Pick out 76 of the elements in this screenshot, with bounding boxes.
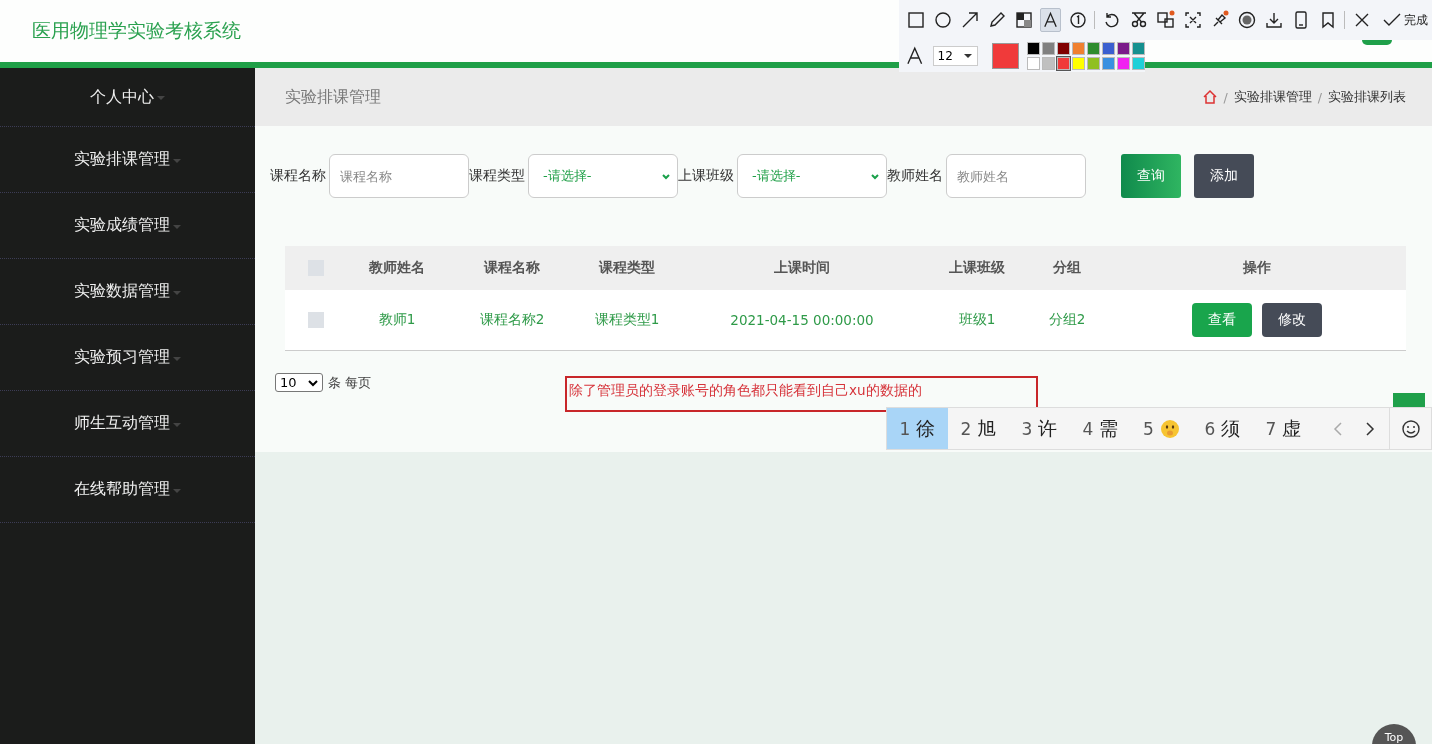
home-icon [1201,89,1218,105]
ime-candidate[interactable]: 5 [1131,408,1192,449]
color-swatch[interactable] [1102,42,1115,55]
color-swatch[interactable] [1057,57,1070,70]
breadcrumb-separator: / [1223,89,1228,105]
input-field[interactable]: 教师姓名 [946,154,1086,198]
text-tool-button[interactable] [1040,8,1061,32]
caret-icon [962,53,973,59]
table-cell: 课程名称2 [479,311,545,329]
table-cell: 课程类型1 [594,311,660,329]
ime-candidate[interactable]: 4 需 [1070,408,1131,449]
search-button[interactable]: 查询 [1121,154,1181,198]
field-label: 课程名称 [270,167,326,185]
smiley-icon [1400,418,1421,439]
breadcrumb-link[interactable]: 实验排课管理 [1233,88,1312,106]
mosaic-icon [1013,10,1034,30]
page-title: 实验排课管理 [285,86,381,108]
column-header: 分组 [1053,259,1081,277]
table-cell: 2021-04-15 00:00:00 [730,312,874,328]
app-title: 医用物理学实验考核系统 [32,18,241,43]
field-label: 教师姓名 [887,167,943,185]
field-label: 课程类型 [469,167,525,185]
emoji-icon [1159,418,1180,439]
text-tool-icon [1041,10,1060,30]
ime-candidate[interactable]: 6 须 [1192,408,1253,449]
color-swatch[interactable] [1042,42,1055,55]
column-header: 上课时间 [774,259,830,277]
table-cell: 班级1 [958,311,996,329]
chevron-down-icon [870,172,880,180]
color-swatch[interactable] [1072,57,1085,70]
column-header: 课程名称 [484,259,540,277]
chevron-down-icon [661,172,671,180]
column-header: 操作 [1242,259,1271,277]
add-button[interactable]: 添加 [1194,154,1254,198]
color-swatch[interactable] [1102,57,1115,70]
circle-tool-icon [932,10,953,30]
color-swatch[interactable] [1117,57,1130,70]
text-scan-icon [1182,10,1203,30]
number-tool-icon [1067,10,1088,30]
color-swatch[interactable] [1132,57,1145,70]
select-field[interactable]: -请选择- [528,154,678,198]
field-label: 上课班级 [678,167,734,185]
download-icon [1263,10,1284,30]
column-header: 教师姓名 [369,259,425,277]
rectangle-tool-icon [905,10,926,30]
table-cell: 教师1 [378,311,416,329]
page-size-select[interactable]: 10 [275,373,323,392]
done-button[interactable]: 完成 [1382,10,1428,30]
table-cell: 分组2 [1048,311,1086,329]
breadcrumb-link[interactable]: 实验排课列表 [1328,88,1406,106]
color-swatch[interactable] [1087,42,1100,55]
color-swatch[interactable] [1117,42,1130,55]
page-size-label: 条 每页 [328,373,372,392]
ime-candidate[interactable]: 7 虚 [1253,408,1314,449]
record-icon [1236,10,1257,30]
color-swatch[interactable] [1042,57,1055,70]
column-header: 上课班级 [949,259,1005,277]
input-field[interactable]: 课程名称 [329,154,469,198]
color-swatch[interactable] [1027,42,1040,55]
current-color-swatch[interactable] [991,43,1019,69]
checkbox[interactable] [308,312,324,328]
text-tool-icon [905,46,925,66]
column-header: 课程类型 [599,259,655,277]
avatar[interactable] [1362,40,1392,45]
chevron-down-icon [308,378,318,387]
color-swatch[interactable] [1072,42,1085,55]
font-size-select[interactable]: 12 [932,46,978,66]
color-swatch[interactable] [1057,42,1070,55]
breadcrumb-separator: / [1317,89,1322,105]
color-swatch[interactable] [1087,57,1100,70]
translate-icon [1155,10,1176,30]
ime-candidate[interactable]: 1 徐 [887,408,948,449]
color-swatch[interactable] [1027,57,1040,70]
color-swatch[interactable] [1132,42,1145,55]
select-field[interactable]: -请选择- [737,154,887,198]
edit-button[interactable]: 修改 [1261,303,1322,337]
